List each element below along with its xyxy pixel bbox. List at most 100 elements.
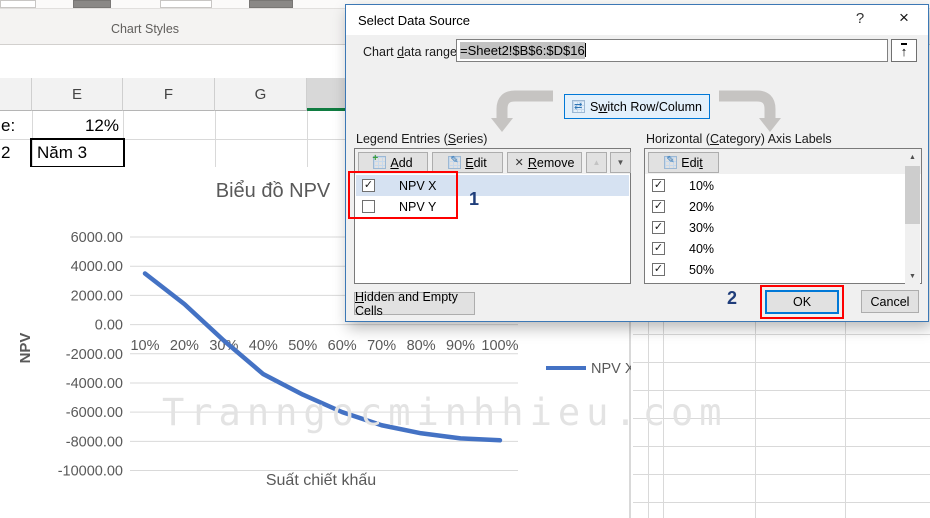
edit-icon: ✎ — [664, 156, 677, 169]
hidden-and-empty-cells-button[interactable]: Hidden and Empty Cells — [354, 292, 475, 315]
curved-arrow-left-icon — [479, 89, 555, 133]
svg-text:NPV: NPV — [17, 333, 34, 364]
text-caret — [585, 43, 586, 57]
svg-text:60%: 60% — [328, 338, 357, 354]
chart-style-thumbnail[interactable] — [0, 0, 36, 8]
x-axis-title[interactable]: Suất chiết khấu — [211, 472, 431, 490]
up-arrow-icon: ▲ — [593, 158, 601, 167]
axis-label-row[interactable]: ✓ 20% — [646, 196, 890, 217]
dialog-title-bar[interactable]: Select Data Source ? × — [346, 5, 928, 35]
move-series-down-button[interactable]: ▼ — [610, 152, 631, 173]
column-header-partial[interactable] — [0, 78, 32, 111]
svg-text:10%: 10% — [130, 338, 159, 354]
sheet-gridline — [307, 111, 308, 167]
axis-label-text: 40% — [689, 242, 714, 256]
cell-discount-rate[interactable]: 12% — [32, 116, 119, 136]
axis-label-checkbox[interactable]: ✓ — [652, 200, 665, 213]
axis-label-text: 10% — [689, 179, 714, 193]
column-header-E[interactable]: E — [32, 78, 123, 111]
svg-text:6000.00: 6000.00 — [71, 230, 123, 246]
excel-window: Chart Styles E F G e: 12% 2 Năm 3 Biểu đ… — [0, 0, 930, 518]
close-icon[interactable]: × — [889, 8, 919, 32]
svg-text:-2000.00: -2000.00 — [66, 347, 123, 363]
select-data-source-dialog: Select Data Source ? × Chart data range:… — [345, 4, 929, 322]
edit-series-button[interactable]: ✎ Edit — [432, 152, 503, 173]
axis-label-row[interactable]: ✓ 10% — [646, 175, 890, 196]
svg-text:NPV X: NPV X — [591, 361, 631, 377]
collapse-dialog-button[interactable]: ↑ — [891, 39, 917, 62]
cell-label-fragment[interactable]: e: — [1, 116, 15, 136]
switch-row-column-button[interactable]: ⇄ Switch Row/Column — [564, 94, 710, 119]
svg-text:50%: 50% — [288, 338, 317, 354]
chart-style-thumbnail[interactable] — [160, 0, 212, 8]
range-value-selected-text: =Sheet2!$B$6:$D$16 — [460, 42, 585, 59]
axis-labels-listbox: ✎ Edit ✓ 10% ✓ 20% ✓ 30% ✓ 40% ✓ — [644, 148, 922, 284]
axis-toolbar: ✎ Edit — [645, 149, 921, 174]
sheet-gridline — [633, 502, 930, 503]
series-checkbox[interactable] — [362, 200, 375, 213]
sheet-gridline — [648, 322, 649, 518]
sheet-gridline — [633, 446, 930, 447]
axis-list-scrollbar[interactable]: ▲ ▼ — [905, 150, 920, 284]
series-row-npvy[interactable]: NPV Y — [356, 196, 629, 217]
svg-text:-8000.00: -8000.00 — [66, 434, 123, 450]
series-row-npvx[interactable]: ✓ NPV X — [356, 175, 629, 196]
edit-icon: ✎ — [448, 156, 461, 169]
scrollbar-thumb[interactable] — [905, 166, 920, 224]
axis-label-checkbox[interactable]: ✓ — [652, 179, 665, 192]
annotation-step-2: 2 — [727, 288, 737, 309]
axis-label-text: 20% — [689, 200, 714, 214]
series-name: NPV Y — [399, 200, 436, 214]
svg-text:0.00: 0.00 — [95, 318, 123, 334]
scroll-down-icon[interactable]: ▼ — [905, 269, 920, 284]
series-toolbar: + Add ✎ Edit ✕ Remove ▲ ▼ — [355, 149, 630, 174]
series-checkbox[interactable]: ✓ — [362, 179, 375, 192]
add-series-button[interactable]: + Add — [358, 152, 428, 173]
series-name: NPV X — [399, 179, 437, 193]
sheet-gridline — [215, 111, 216, 167]
cell-label-fragment[interactable]: 2 — [1, 143, 10, 163]
scroll-up-icon[interactable]: ▲ — [905, 150, 920, 165]
svg-text:100%: 100% — [481, 338, 518, 354]
collapse-arrow-icon: ↑ — [901, 43, 908, 58]
svg-text:40%: 40% — [249, 338, 278, 354]
sheet-gridline — [633, 334, 930, 335]
switch-row-column-icon: ⇄ — [572, 100, 585, 113]
column-header-selected[interactable] — [307, 78, 347, 111]
sheet-gridline — [845, 322, 846, 518]
chart-data-range-input[interactable]: =Sheet2!$B$6:$D$16 — [456, 39, 888, 62]
ok-button[interactable]: OK — [765, 290, 839, 314]
curved-arrow-right-icon — [717, 89, 793, 133]
annotation-step-1: 1 — [469, 189, 479, 210]
svg-text:70%: 70% — [367, 338, 396, 354]
move-series-up-button[interactable]: ▲ — [586, 152, 607, 173]
edit-axis-labels-button[interactable]: ✎ Edit — [648, 152, 719, 173]
sheet-gridline — [663, 322, 664, 518]
column-header-F[interactable]: F — [123, 78, 215, 111]
axis-label-row[interactable]: ✓ 50% — [646, 259, 890, 280]
axis-label-checkbox[interactable]: ✓ — [652, 221, 665, 234]
axis-label-checkbox[interactable]: ✓ — [652, 263, 665, 276]
svg-text:2000.00: 2000.00 — [71, 288, 123, 304]
axis-label-checkbox[interactable]: ✓ — [652, 242, 665, 255]
svg-text:-6000.00: -6000.00 — [66, 405, 123, 421]
svg-text:20%: 20% — [170, 338, 199, 354]
axis-label-row[interactable]: ✓ 40% — [646, 238, 890, 259]
dialog-title: Select Data Source — [358, 13, 470, 28]
chart-style-thumbnail[interactable] — [73, 0, 111, 8]
remove-series-button[interactable]: ✕ Remove — [507, 152, 582, 173]
axis-label-row[interactable]: ✓ 30% — [646, 217, 890, 238]
sheet-gridline — [633, 362, 930, 363]
cancel-button[interactable]: Cancel — [861, 290, 919, 313]
help-icon[interactable]: ? — [848, 10, 872, 30]
axis-label-text: 30% — [689, 221, 714, 235]
legend-entries-label: Legend Entries (Series) — [356, 132, 487, 146]
axis-labels-label: Horizontal (Category) Axis Labels — [646, 132, 832, 146]
chart-style-thumbnail[interactable] — [249, 0, 293, 8]
column-header-G[interactable]: G — [215, 78, 307, 111]
svg-text:90%: 90% — [446, 338, 475, 354]
sheet-gridline — [755, 322, 756, 518]
sheet-gridline — [633, 474, 930, 475]
svg-text:-10000.00: -10000.00 — [58, 464, 123, 480]
svg-text:-4000.00: -4000.00 — [66, 376, 123, 392]
